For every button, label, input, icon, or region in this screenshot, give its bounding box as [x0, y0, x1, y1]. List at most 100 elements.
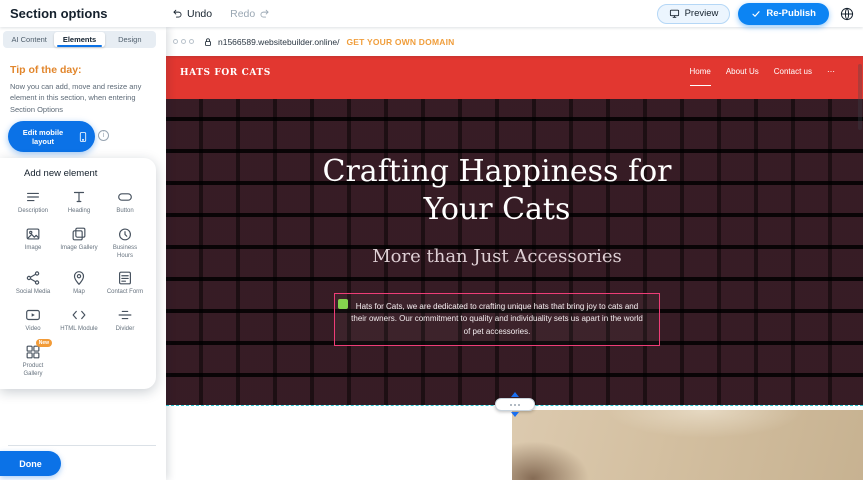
- add-element-item[interactable]: HTML Module: [56, 306, 102, 334]
- element-label: Product Gallery: [13, 363, 53, 379]
- element-label: Business Hours: [105, 245, 145, 261]
- edit-mobile-label: Edit mobile layout: [14, 128, 72, 146]
- add-panel-title: Add new element: [0, 158, 156, 179]
- window-controls: [173, 39, 194, 44]
- add-element-item[interactable]: Product Gallery New: [10, 343, 56, 379]
- hero-heading[interactable]: Crafting Happiness for Your Cats: [307, 153, 687, 228]
- sidebar-tab[interactable]: AI Content: [4, 32, 54, 47]
- element-drag-handle[interactable]: [338, 299, 348, 309]
- hero-subheading[interactable]: More than Just Accessories: [372, 246, 622, 267]
- tip-title: Tip of the day:: [10, 64, 150, 76]
- sidebar: AI Content Elements Design Tip of the da…: [0, 27, 166, 480]
- tip-of-the-day: Tip of the day: Now you can add, move an…: [10, 64, 150, 115]
- element-label: Contact Form: [107, 289, 143, 297]
- sidebar-tab-label: AI Content: [11, 35, 46, 44]
- nav-item-label: ⋯: [827, 67, 835, 76]
- site-logo[interactable]: HATS FOR CATS: [180, 68, 271, 78]
- section-resize-handle[interactable]: [495, 392, 535, 417]
- carpet-photo: [512, 410, 863, 480]
- hero-body-text: Hats for Cats, we are dedicated to craft…: [351, 302, 643, 336]
- contact-form-icon: [116, 269, 134, 287]
- tip-body: Now you can add, move and resize any ele…: [10, 81, 150, 115]
- check-icon: [751, 9, 761, 19]
- nav-item[interactable]: Home: [690, 67, 711, 76]
- page-title: Section options: [10, 6, 108, 21]
- add-element-panel: Add new element Description Heading: [0, 158, 156, 389]
- browser-bar: n1566589.websitebuilder.online/ GET YOUR…: [166, 27, 863, 56]
- heading-icon: [70, 188, 88, 206]
- scrollbar-thumb[interactable]: [858, 64, 862, 130]
- html-module-icon: [70, 306, 88, 324]
- topbar: Section options Undo Redo Preview Re-Pub…: [0, 0, 863, 27]
- republish-button[interactable]: Re-Publish: [738, 3, 829, 25]
- video-icon: [24, 306, 42, 324]
- monitor-icon: [669, 8, 680, 19]
- window-dot: [189, 39, 194, 44]
- social-media-icon: [24, 269, 42, 287]
- element-label: Image Gallery: [60, 245, 97, 253]
- redo-label: Redo: [230, 8, 255, 20]
- arrow-up-icon: [511, 392, 519, 397]
- element-label: Button: [116, 208, 133, 216]
- add-element-item[interactable]: Heading: [56, 188, 102, 216]
- undo-icon: [172, 8, 183, 19]
- add-element-item[interactable]: Image Gallery: [56, 225, 102, 261]
- add-element-item[interactable]: Social Media: [10, 269, 56, 297]
- site-nav: Home About Us Contact us ⋯: [690, 67, 836, 76]
- site-header: HATS FOR CATS Home About Us Contact us: [166, 56, 863, 99]
- sidebar-tab-label: Elements: [63, 35, 96, 44]
- nav-item[interactable]: About Us: [726, 67, 759, 76]
- edit-mobile-layout-button[interactable]: Edit mobile layout: [8, 121, 95, 152]
- add-element-item[interactable]: Description: [10, 188, 56, 216]
- undo-redo-group: Undo Redo: [172, 0, 270, 27]
- description-icon: [24, 188, 42, 206]
- business-hours-icon: [116, 225, 134, 243]
- hero-text-box[interactable]: Hats for Cats, we are dedicated to craft…: [334, 293, 660, 346]
- nav-item[interactable]: ⋯: [827, 67, 835, 76]
- new-badge: New: [36, 339, 52, 347]
- app-window: Section options Undo Redo Preview Re-Pub…: [0, 0, 863, 480]
- get-domain-link[interactable]: GET YOUR OWN DOMAIN: [346, 37, 454, 47]
- sidebar-tab[interactable]: Design: [105, 32, 155, 47]
- element-label: Map: [73, 289, 85, 297]
- element-label: Heading: [68, 208, 90, 216]
- button-icon: [116, 188, 134, 206]
- element-label: Divider: [116, 326, 135, 334]
- add-element-item[interactable]: Divider: [102, 306, 148, 334]
- add-element-item[interactable]: Map: [56, 269, 102, 297]
- info-icon[interactable]: i: [98, 130, 109, 141]
- element-label: Social Media: [16, 289, 50, 297]
- sidebar-divider: [8, 445, 156, 446]
- lock-icon: [203, 37, 213, 47]
- redo-button[interactable]: Redo: [230, 8, 270, 20]
- element-label: HTML Module: [60, 326, 97, 334]
- add-element-item[interactable]: Button: [102, 188, 148, 216]
- site-preview: HATS FOR CATS Home About Us Contact us: [166, 56, 863, 480]
- element-label: Image: [25, 245, 42, 253]
- divider-icon: [116, 306, 134, 324]
- sidebar-tabs: AI Content Elements Design: [3, 31, 156, 48]
- add-element-item[interactable]: Business Hours: [102, 225, 148, 261]
- image-gallery-icon: [70, 225, 88, 243]
- nav-item[interactable]: Contact us: [774, 67, 812, 76]
- image-icon: [24, 225, 42, 243]
- sidebar-tab[interactable]: Elements: [54, 32, 104, 47]
- phone-icon: [77, 131, 89, 143]
- globe-icon: [837, 6, 857, 22]
- element-label: Video: [25, 326, 40, 334]
- nav-item-label: About Us: [726, 67, 759, 76]
- arrow-down-icon: [511, 412, 519, 417]
- undo-label: Undo: [187, 8, 212, 20]
- element-grid: Description Heading Button: [0, 179, 156, 379]
- hero-section[interactable]: Crafting Happiness for Your Cats More th…: [166, 99, 863, 405]
- add-element-item[interactable]: Contact Form: [102, 269, 148, 297]
- done-button[interactable]: Done: [0, 451, 61, 476]
- language-globe-button[interactable]: [837, 4, 857, 24]
- add-element-item[interactable]: Video: [10, 306, 56, 334]
- sidebar-tab-label: Design: [118, 35, 141, 44]
- window-dot: [181, 39, 186, 44]
- undo-button[interactable]: Undo: [172, 8, 212, 20]
- preview-button[interactable]: Preview: [657, 4, 731, 24]
- add-element-item[interactable]: Image: [10, 225, 56, 261]
- hero-content: Crafting Happiness for Your Cats More th…: [166, 99, 863, 405]
